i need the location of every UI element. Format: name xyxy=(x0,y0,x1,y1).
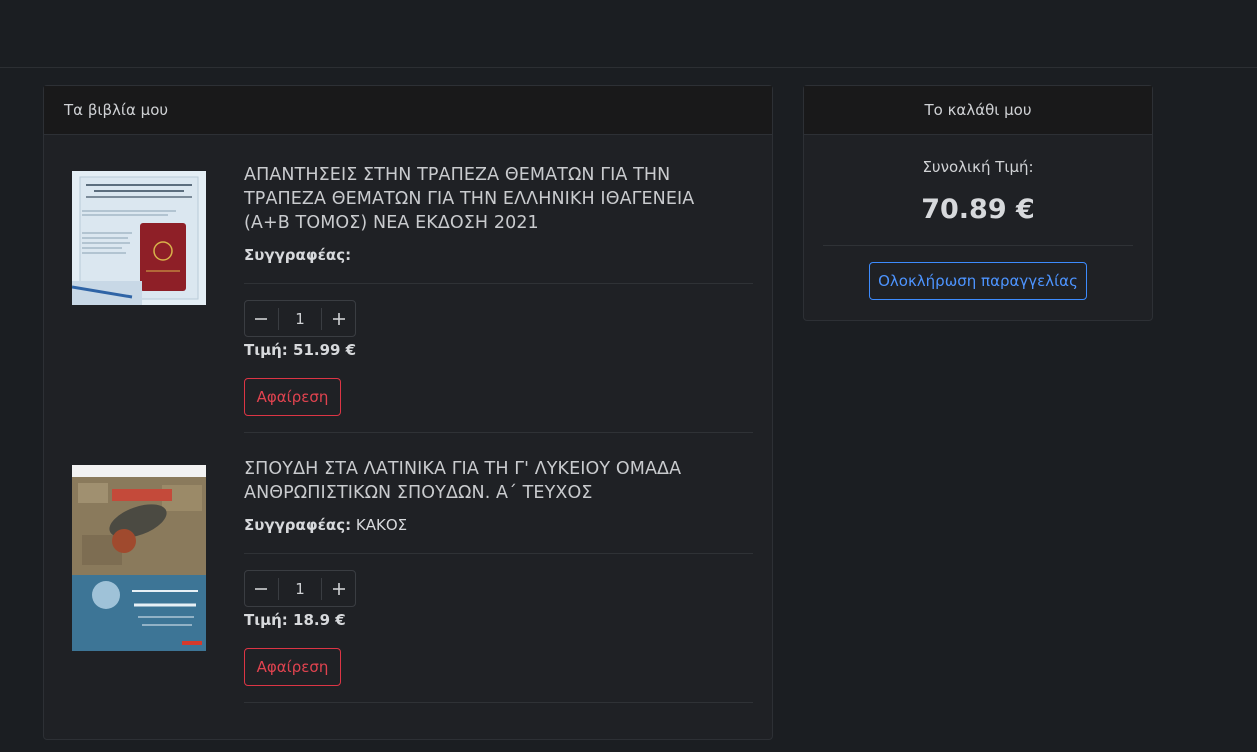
book-price: Τιμή: 18.9 € xyxy=(244,611,346,629)
remove-button[interactable]: Αφαίρεση xyxy=(244,648,341,686)
total-price-value: 70.89 € xyxy=(921,194,1035,225)
quantity-stepper[interactable]: 1 xyxy=(244,570,356,607)
author-value: ΚΑΚΟΣ xyxy=(355,516,408,534)
author-label: Συγγραφέας: xyxy=(244,516,352,534)
quantity-stepper[interactable]: 1 xyxy=(244,300,356,337)
book-author: Συγγραφέας: xyxy=(244,246,351,264)
divider xyxy=(244,553,753,554)
book-cover-image xyxy=(72,171,206,305)
quantity-value[interactable]: 1 xyxy=(277,577,323,600)
minus-icon xyxy=(255,587,268,590)
book-title: ΣΠΟΥΔΗ ΣΤΑ ΛΑΤΙΝΙΚΑ ΓΙΑ ΤΗ Γ' ΛΥΚΕΙΟΥ ΟΜ… xyxy=(244,459,682,503)
divider xyxy=(244,432,753,433)
divider xyxy=(244,283,753,284)
decrease-quantity-button[interactable] xyxy=(245,571,278,606)
my-books-header: Τα βιβλία μου xyxy=(44,86,772,135)
top-navbar xyxy=(0,0,1257,68)
author-label: Συγγραφέας: xyxy=(244,246,352,264)
increase-quantity-button[interactable] xyxy=(322,571,355,606)
minus-icon xyxy=(255,317,268,320)
plus-icon xyxy=(332,312,345,325)
remove-button[interactable]: Αφαίρεση xyxy=(244,378,341,416)
book-cover-image xyxy=(72,465,206,651)
quantity-value[interactable]: 1 xyxy=(277,307,323,330)
total-price-label: Συνολική Τιμή: xyxy=(922,158,1034,176)
book-author: Συγγραφέας: ΚΑΚΟΣ xyxy=(244,516,407,534)
cart-header: Το καλάθι μου xyxy=(804,86,1152,135)
divider xyxy=(823,245,1133,246)
decrease-quantity-button[interactable] xyxy=(245,301,278,336)
checkout-button[interactable]: Ολοκλήρωση παραγγελίας xyxy=(869,262,1087,300)
book-title: ΑΠΑΝΤΗΣΕΙΣ ΣΤΗΝ ΤΡΑΠΕΖΑ ΘΕΜΑΤΩΝ ΓΙΑ ΤΗΝ … xyxy=(244,165,695,233)
book-price: Τιμή: 51.99 € xyxy=(244,341,357,359)
divider xyxy=(244,702,753,703)
increase-quantity-button[interactable] xyxy=(322,301,355,336)
plus-icon xyxy=(332,582,345,595)
